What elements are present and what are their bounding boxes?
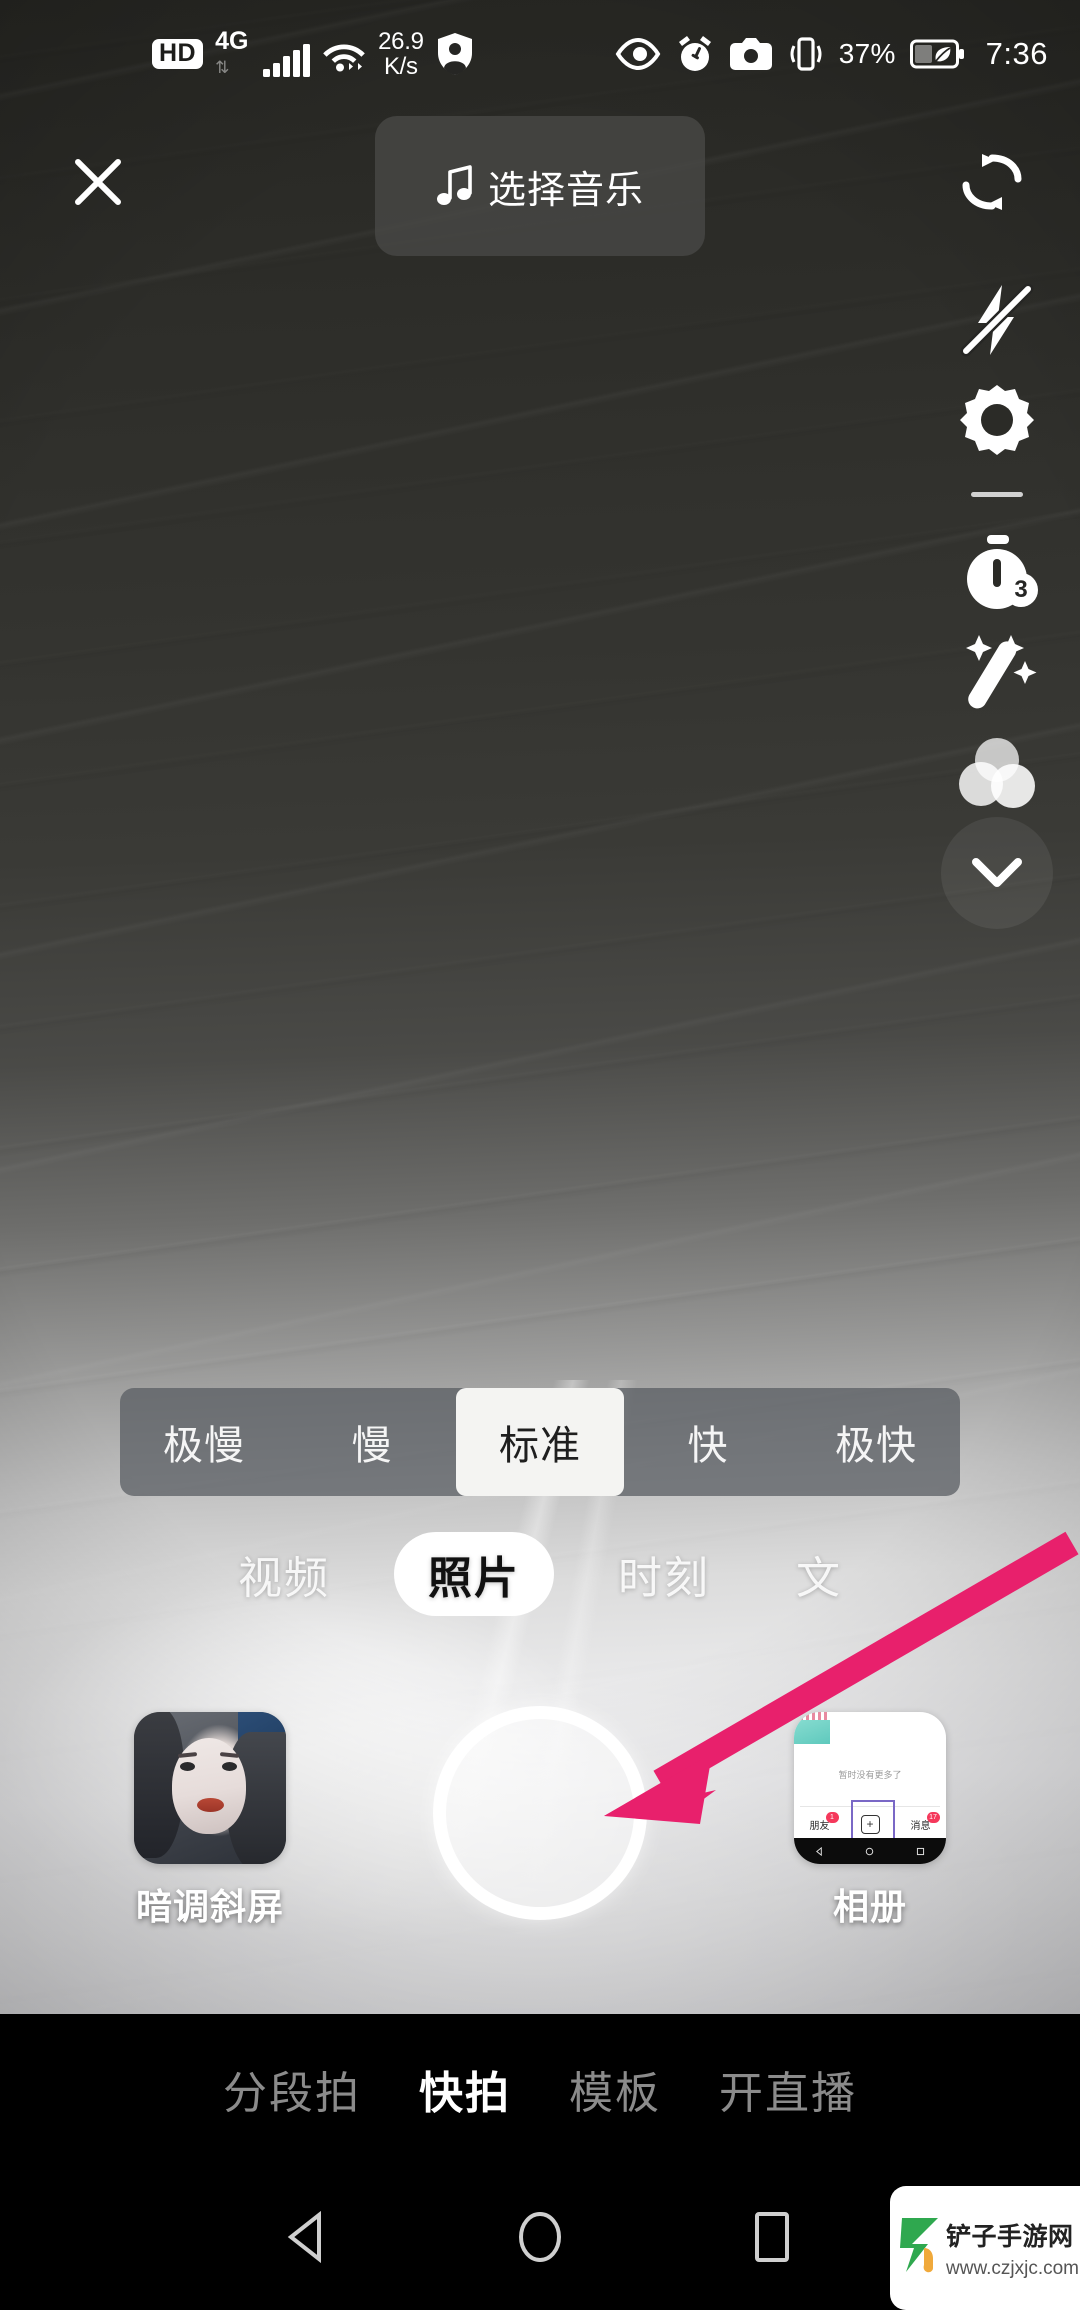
flip-camera-icon xyxy=(962,154,1022,210)
album-button[interactable]: 暂时没有更多了 朋友 1 + 消息 17 相册 xyxy=(770,1712,970,1930)
portrait-preset-thumbnail[interactable] xyxy=(134,1712,286,1864)
album-label: 相册 xyxy=(832,1886,907,1927)
back-triangle-icon[interactable] xyxy=(268,2202,348,2272)
app-bottom-nav: 分段拍 快拍 模板 开直播 xyxy=(0,2014,1080,2164)
home-circle-icon[interactable] xyxy=(500,2202,580,2272)
album-thumb-photo xyxy=(794,1712,830,1744)
album-thumb-no-more-text: 暂时没有更多了 xyxy=(838,1770,902,1780)
flip-camera-button[interactable] xyxy=(942,132,1042,232)
watermark-url: www.czjxjc.com xyxy=(946,2257,1080,2279)
camera-top-bar: 选择音乐 xyxy=(0,112,1080,262)
timer-icon[interactable]: 3 xyxy=(932,523,1062,623)
nav-segment-shoot[interactable]: 分段拍 xyxy=(223,2057,361,2121)
speed-option-slow[interactable]: 慢 xyxy=(288,1388,456,1496)
timer-count-badge: 3 xyxy=(1004,573,1038,607)
recents-square-icon[interactable] xyxy=(732,2202,812,2272)
site-watermark: 铲子手游网 www.czjxjc.com xyxy=(890,2186,1080,2310)
select-music-label: 选择音乐 xyxy=(487,169,644,212)
camera-right-toolbar: 3 xyxy=(932,270,1062,929)
speed-option-standard[interactable]: 标准 xyxy=(456,1388,624,1496)
album-thumb-messages-badge: 17 xyxy=(926,1811,940,1823)
nav-template[interactable]: 模板 xyxy=(569,2057,661,2121)
tab-text[interactable]: 文 xyxy=(774,1532,864,1616)
speed-option-very-slow[interactable]: 极慢 xyxy=(120,1388,288,1496)
filter-circles-icon[interactable] xyxy=(932,723,1062,823)
flash-off-icon[interactable] xyxy=(932,270,1062,370)
tab-video[interactable]: 视频 xyxy=(216,1532,352,1616)
speed-selector[interactable]: 极慢 慢 标准 快 极快 xyxy=(120,1388,960,1496)
close-icon xyxy=(75,159,121,205)
chevron-down-icon[interactable] xyxy=(932,817,1062,929)
album-thumb-messages-tab: 消息 17 xyxy=(911,1811,940,1832)
album-screenshot-thumbnail[interactable]: 暂时没有更多了 朋友 1 + 消息 17 xyxy=(794,1712,946,1864)
album-thumb-friends-badge: 1 xyxy=(825,1811,839,1823)
watermark-logo-icon xyxy=(900,2218,938,2273)
toolbar-divider xyxy=(971,492,1023,497)
tab-moment[interactable]: 时刻 xyxy=(596,1532,732,1616)
watermark-name: 铲子手游网 xyxy=(946,2222,1074,2251)
album-thumb-friends-tab: 朋友 1 xyxy=(810,1811,839,1832)
settings-gear-icon[interactable] xyxy=(932,370,1062,470)
close-button[interactable] xyxy=(50,134,146,230)
shutter-button[interactable] xyxy=(433,1706,647,1920)
speed-option-fast[interactable]: 快 xyxy=(624,1388,792,1496)
nav-quick-shoot[interactable]: 快拍 xyxy=(419,2057,511,2121)
tab-photo[interactable]: 照片 xyxy=(394,1532,554,1616)
phone-screen: HD 4G ⇅ 26.9 K/s 37% 7:36 选择音乐 3 极慢 慢 标准… xyxy=(0,0,1080,2310)
select-music-button[interactable]: 选择音乐 xyxy=(375,116,705,256)
music-note-icon xyxy=(436,164,474,208)
nav-live[interactable]: 开直播 xyxy=(719,2057,857,2121)
effect-preset-button[interactable]: 暗调斜屏 xyxy=(110,1712,310,1930)
album-thumb-navbar xyxy=(794,1838,946,1864)
effect-preset-label: 暗调斜屏 xyxy=(135,1886,284,1927)
beauty-wand-icon[interactable] xyxy=(932,623,1062,723)
speed-option-very-fast[interactable]: 极快 xyxy=(792,1388,960,1496)
capture-mode-tabs: 视频 照片 时刻 文 xyxy=(0,1522,1080,1626)
